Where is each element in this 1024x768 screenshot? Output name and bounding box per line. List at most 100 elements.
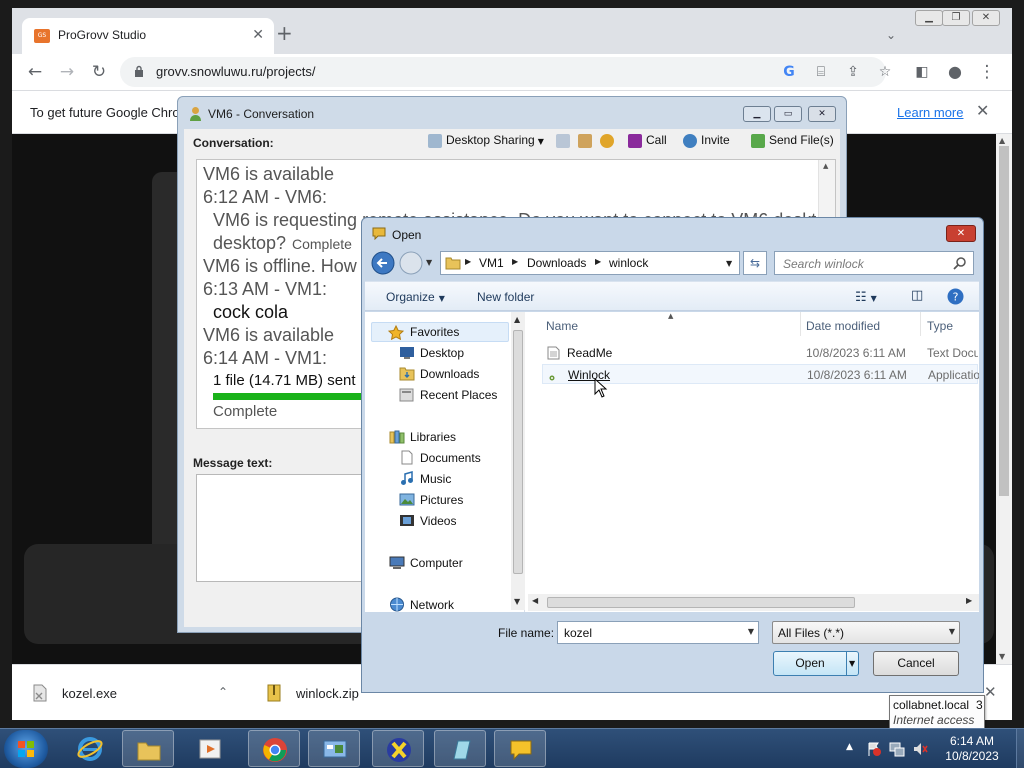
tab-search-chevron-icon[interactable]: ⌄ [886,28,896,42]
file-type-select[interactable]: All Files (*.*) ▼ [772,621,960,644]
profile-avatar-icon[interactable]: ● [943,60,967,84]
taskbar-explorer[interactable] [122,730,174,767]
forward-arrow-icon[interactable] [399,251,423,275]
conversation-title: VM6 - Conversation [208,107,315,121]
refresh-icon[interactable]: ⇆ [743,251,767,275]
translate-icon[interactable]: ⌸ [812,63,830,81]
infobar-close-icon[interactable]: ✕ [976,101,989,120]
chrome-restore-button[interactable]: ❐ [942,10,970,26]
breadcrumb-vm1[interactable]: VM1 [479,256,504,270]
file-name-dropdown-icon[interactable]: ▼ [748,627,754,636]
show-hidden-icons[interactable]: ▲ [846,742,853,752]
breadcrumb-separator-icon[interactable]: ▶ [465,257,471,266]
history-button[interactable] [556,133,574,155]
back-arrow-icon[interactable] [371,251,395,275]
file-name-input[interactable]: kozel ▼ [557,621,759,644]
column-date-modified[interactable]: Date modified [806,319,880,333]
address-dropdown-icon[interactable]: ▼ [726,259,732,268]
new-tab-plus-icon[interactable]: + [276,23,293,43]
call-button[interactable]: Call [628,133,667,155]
file-row[interactable]: ReadMe 10/8/2023 6:11 AM Text Document [542,343,978,363]
taskbar-internet-explorer[interactable] [64,730,116,767]
learn-more-link[interactable]: Learn more [897,105,963,120]
network-icon [390,597,404,612]
side-panel-icon[interactable]: ◧ [910,60,934,84]
chrome-minimize-button[interactable]: ▁ [915,10,943,26]
column-divider[interactable] [920,312,921,336]
taskbar-media-player[interactable] [184,730,236,767]
network-status-icon[interactable] [889,741,905,757]
scroll-up-icon[interactable]: ▲ [823,162,828,170]
file-type-dropdown-icon[interactable]: ▼ [949,627,955,636]
back-arrow-icon[interactable]: ← [23,60,47,84]
contacts-button[interactable] [578,133,596,155]
chrome-menu-icon[interactable]: ⋮ [975,60,999,84]
column-divider[interactable] [800,312,801,336]
scroll-down-icon[interactable]: ▼ [999,652,1005,661]
browser-tab[interactable]: GS ProGrovv Studio ✕ [22,18,274,54]
forward-arrow-icon[interactable]: → [55,60,79,84]
scroll-left-icon[interactable]: ◀ [532,596,538,605]
taskbar-collabnet[interactable] [372,730,424,767]
bookmark-star-icon[interactable]: ☆ [876,63,894,81]
file-type: Application [928,368,979,382]
conversation-maximize-button[interactable]: ▭ [774,106,802,122]
google-g-icon[interactable]: G [780,63,798,81]
conversation-close-button[interactable]: ✕ [808,106,836,122]
send-files-button[interactable]: Send File(s) [751,133,834,155]
scroll-up-icon[interactable]: ▲ [999,136,1005,145]
breadcrumb-winlock[interactable]: winlock [609,256,648,270]
column-type[interactable]: Type [927,319,953,333]
start-button[interactable] [4,730,48,768]
breadcrumb[interactable]: ▶ VM1 ▶ Downloads ▶ winlock ▼ [440,251,740,275]
nav-favorites[interactable]: Favorites [371,322,509,342]
recent-locations-chevron-icon[interactable]: ▼ [426,258,432,267]
desktop-sharing-button[interactable]: Desktop Sharing ▼ [428,133,544,155]
help-icon[interactable]: ? [947,288,964,305]
scroll-right-icon[interactable]: ▶ [966,596,972,605]
organize-button[interactable]: Organize ▼ [386,290,445,304]
taskbar-messenger[interactable] [494,730,546,767]
conversation-minimize-button[interactable]: ▁ [743,106,771,122]
view-options-icon[interactable]: ☷ ▼ [855,290,877,305]
system-clock[interactable]: 6:14 AM 10/8/2023 [930,734,1014,764]
download-item[interactable]: winlock.zip [266,677,376,709]
open-options-chevron-icon[interactable]: ▼ [849,652,855,675]
breadcrumb-downloads[interactable]: Downloads [527,256,586,270]
show-desktop-button[interactable] [1016,729,1024,768]
tab-close-icon[interactable]: ✕ [252,27,264,43]
share-icon[interactable]: ⇪ [844,63,862,81]
new-folder-button[interactable]: New folder [477,290,534,304]
download-item[interactable]: kozel.exe ⌃ [32,677,252,709]
horizontal-scroll-thumb[interactable] [547,597,855,608]
chevron-up-icon[interactable]: ⌃ [218,685,228,699]
page-scroll-thumb[interactable] [999,146,1009,496]
taskbar-notepad[interactable] [434,730,486,767]
column-name[interactable]: Name [546,319,578,333]
taskbar-control-panel[interactable] [308,730,360,767]
taskbar-chrome[interactable] [248,730,300,767]
breadcrumb-separator-icon[interactable]: ▶ [512,257,518,266]
volume-muted-icon[interactable] [912,741,928,757]
page-scrollbar[interactable]: ▲ ▼ [996,134,1012,664]
file-list-horizontal-scrollbar[interactable]: ◀ ▶ [528,594,979,611]
scroll-up-icon[interactable]: ▲ [514,315,520,324]
open-button[interactable]: Open ▼ [773,651,859,676]
scroll-down-icon[interactable]: ▼ [514,597,520,606]
search-input[interactable]: Search winlock [774,251,974,275]
reload-icon[interactable]: ↻ [87,60,111,84]
download-bar-close-icon[interactable]: ✕ [984,683,997,701]
transfer-status: Complete [213,403,278,420]
address-bar[interactable]: grovv.snowluwu.ru/projects/ G ⌸ ⇪ ☆ [120,57,891,87]
nav-libraries-label: Libraries [410,430,457,444]
preview-pane-icon[interactable]: ◫ [911,288,923,303]
emoticons-button[interactable] [600,133,618,155]
invite-button[interactable]: Invite [683,133,730,155]
chrome-close-button[interactable]: ✕ [972,10,1000,26]
navigation-scroll-thumb[interactable] [513,330,523,574]
cancel-button[interactable]: Cancel [873,651,959,676]
breadcrumb-separator-icon[interactable]: ▶ [595,257,601,266]
navigation-scrollbar[interactable]: ▲ ▼ [511,312,525,610]
action-center-flag-icon[interactable] [866,741,882,757]
dialog-close-button[interactable]: ✕ [946,225,976,242]
